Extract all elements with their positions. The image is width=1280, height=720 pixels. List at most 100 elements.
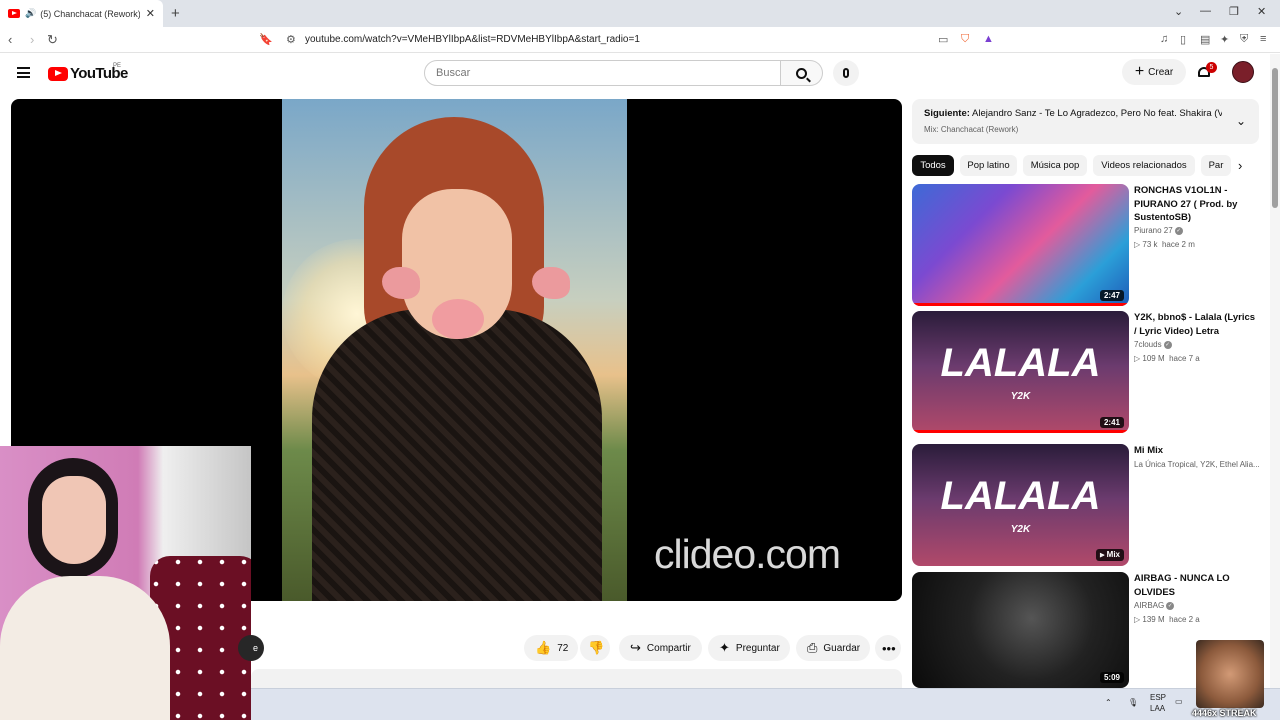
description-box[interactable] — [251, 669, 902, 689]
voice-search-button[interactable] — [833, 60, 859, 86]
vpn-icon[interactable]: ⛨ — [1240, 33, 1248, 46]
close-tab-icon[interactable]: ✕ — [146, 7, 155, 20]
channel-name[interactable]: Piurano 27 ✓ — [1134, 226, 1183, 235]
video-meta: ▷ 73 k hace 2 m — [1134, 240, 1195, 249]
create-button[interactable]: + Crear — [1122, 59, 1186, 85]
list-item[interactable]: LALALA Y2K 2:41 Y2K, bbno$ - Lalala (Lyr… — [912, 311, 1262, 433]
video-title[interactable]: AIRBAG - NUNCA LO OLVIDES — [1134, 572, 1259, 599]
verified-icon: ✓ — [1166, 601, 1175, 610]
video-title[interactable]: Y2K, bbno$ - Lalala (Lyrics / Lyric Vide… — [1134, 311, 1259, 338]
speaker-icon[interactable]: 🔊 — [25, 8, 36, 19]
save-button[interactable]: ⎙ Guardar — [796, 635, 870, 661]
share-button[interactable]: ↪ Compartir — [619, 635, 702, 661]
page-scrollbar[interactable] — [1270, 54, 1280, 688]
more-icon: ••• — [882, 640, 896, 656]
new-tab-icon[interactable]: + — [171, 5, 180, 22]
duration-badge: 2:41 — [1099, 417, 1124, 428]
tray-mic-icon[interactable]: 🎙 — [1128, 698, 1138, 707]
chip-todos[interactable]: Todos — [912, 155, 954, 176]
ask-button[interactable]: ✦ Preguntar — [708, 635, 790, 661]
chip-partial[interactable]: Par — [1201, 155, 1231, 176]
search-button[interactable] — [781, 60, 823, 86]
video-thumbnail[interactable]: 5:09 — [912, 572, 1129, 688]
chevron-down-icon[interactable]: ⌄ — [1236, 114, 1246, 128]
bookmark-icon[interactable]: 🔖 — [259, 33, 273, 46]
brave-shield-icon[interactable]: ⛉ — [961, 33, 969, 46]
monitor-icon[interactable]: ▭ — [1175, 697, 1183, 706]
back-icon[interactable]: ‹ — [8, 32, 12, 47]
search-icon — [796, 67, 807, 79]
search-input[interactable]: Buscar — [424, 60, 781, 86]
list-item[interactable]: LALALA Y2K ⫸ Mix Mi Mix La Única Tropica… — [912, 444, 1262, 566]
youtube-play-icon — [48, 66, 68, 81]
chip-pop-latino[interactable]: Pop latino — [960, 155, 1017, 176]
language-indicator[interactable]: ESP — [1150, 693, 1166, 702]
browser-tab-bar: 🔊 (5) Chanchacat (Rework) - Yo ✕ + ⌄ — ❐… — [0, 0, 1280, 27]
chevron-right-icon[interactable]: › — [1238, 158, 1242, 173]
url-text[interactable]: youtube.com/watch?v=VMeHBYlIbpA&list=RDV… — [305, 34, 640, 45]
youtube-favicon-icon — [8, 9, 20, 18]
mix-label: Mix: Chanchacat (Rework) — [924, 125, 1019, 134]
up-next-panel[interactable]: Siguiente: Alejandro Sanz - Te Lo Agrade… — [912, 99, 1259, 144]
duration-badge: 5:09 — [1099, 672, 1124, 683]
filter-chips: Todos Pop latino Música pop Videos relac… — [912, 155, 1252, 177]
video-frame — [282, 99, 627, 601]
microphone-icon — [843, 68, 849, 78]
video-thumbnail[interactable]: LALALA Y2K 2:41 — [912, 311, 1129, 433]
share-icon: ↪ — [630, 640, 641, 655]
sparkle-icon: ✦ — [719, 640, 730, 655]
wallet-icon[interactable]: ▤ — [1200, 33, 1210, 46]
video-title[interactable]: RONCHAS V1OL1N - PIURANO 27 ( Prod. by S… — [1134, 184, 1259, 225]
sidebar-icon[interactable]: ▯ — [1180, 33, 1186, 46]
address-bar: ‹ › ↻ 🔖 ⚙ youtube.com/watch?v=VMeHBYlIbp… — [0, 27, 1280, 53]
close-window-icon[interactable]: ✕ — [1257, 5, 1266, 18]
like-button[interactable]: 👍 72 — [524, 635, 578, 661]
video-thumbnail[interactable]: 2:47 — [912, 184, 1129, 306]
more-actions-button[interactable]: ••• — [875, 635, 901, 661]
forward-icon[interactable]: › — [30, 32, 34, 47]
youtube-logo[interactable]: YouTube PE — [48, 63, 128, 82]
channel-name[interactable]: 7clouds ✓ — [1134, 340, 1172, 349]
mix-badge: ⫸ Mix — [1095, 549, 1124, 561]
hamburger-menu-icon[interactable] — [17, 67, 30, 78]
list-item[interactable]: 2:47 RONCHAS V1OL1N - PIURANO 27 ( Prod.… — [912, 184, 1262, 306]
language-indicator-secondary[interactable]: LAA — [1150, 704, 1165, 713]
dislike-button[interactable]: 👎 — [580, 635, 610, 661]
plus-icon: + — [1134, 63, 1145, 80]
video-watermark: clideo.com — [654, 531, 841, 577]
channel-name[interactable]: La Única Tropical, Y2K, Ethel Alia... — [1134, 460, 1260, 469]
restore-icon[interactable]: ❐ — [1229, 5, 1239, 18]
video-title[interactable]: Mi Mix — [1134, 444, 1259, 458]
browser-tab[interactable]: 🔊 (5) Chanchacat (Rework) - Yo ✕ — [0, 0, 163, 27]
watch-progress-bar — [912, 430, 1129, 433]
leo-ai-icon[interactable]: ✦ — [1220, 33, 1229, 46]
tab-list-icon[interactable]: ⌄ — [1174, 5, 1183, 18]
cast-icon[interactable]: ▭ — [938, 33, 948, 46]
avatar[interactable] — [1232, 61, 1254, 83]
youtube-header: YouTube PE Buscar + Crear 5 — [0, 54, 1268, 92]
minimize-icon[interactable]: — — [1200, 5, 1211, 17]
notifications-badge: 5 — [1206, 62, 1217, 73]
subscribe-button[interactable]: e — [238, 635, 264, 661]
brave-rewards-icon[interactable]: ▲ — [983, 33, 994, 45]
chevron-up-icon[interactable]: ⌃ — [1105, 698, 1112, 707]
menu-icon[interactable]: ≡ — [1260, 33, 1266, 45]
site-info-icon[interactable]: ⚙ — [286, 33, 296, 46]
media-icon[interactable]: ♫ — [1160, 33, 1168, 45]
chip-videos-relacionados[interactable]: Videos relacionados — [1093, 155, 1195, 176]
watch-progress-bar — [912, 303, 1129, 306]
duration-badge: 2:47 — [1099, 290, 1124, 301]
thumbs-down-icon: 👎 — [588, 640, 605, 655]
verified-icon: ✓ — [1174, 226, 1183, 235]
scrollbar-thumb[interactable] — [1272, 68, 1278, 208]
webcam-overlay — [0, 446, 251, 720]
mix-thumbnail[interactable]: LALALA Y2K ⫸ Mix — [912, 444, 1129, 566]
video-meta: ▷ 109 M hace 7 a — [1134, 354, 1200, 363]
bookmark-save-icon: ⎙ — [807, 640, 818, 655]
channel-name[interactable]: AIRBAG ✓ — [1134, 601, 1175, 610]
chip-musica-pop[interactable]: Música pop — [1023, 155, 1087, 176]
reload-icon[interactable]: ↻ — [47, 32, 58, 48]
up-next-title: Alejandro Sanz - Te Lo Agradezco, Pero N… — [972, 108, 1222, 119]
video-meta: ▷ 139 M hace 2 a — [1134, 615, 1200, 624]
tab-title: (5) Chanchacat (Rework) - Yo — [40, 8, 140, 19]
